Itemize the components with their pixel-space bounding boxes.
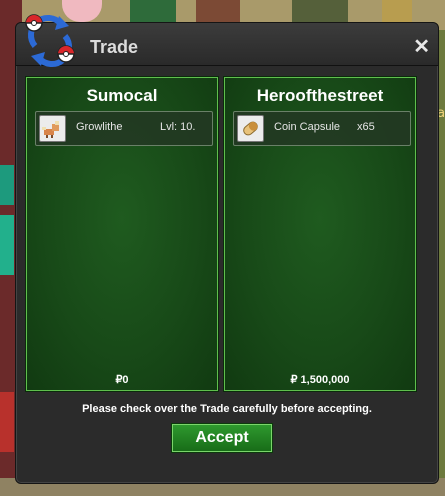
coin-capsule-icon [237,115,264,142]
teal-roof-left-lower [0,215,14,275]
offer-item-name: Growlithe [76,121,123,133]
my-offer-panel: Sumocal Growlithe Lvl: 10. ₽0 [26,77,218,391]
offer-item-quantity: x65 [357,121,375,133]
green-player-sprite [130,0,176,22]
accept-button[interactable]: Accept [171,423,273,453]
window-title: Trade [90,37,139,57]
trade-notice: Please check over the Trade carefully be… [82,403,372,415]
growlithe-icon [39,115,66,142]
offer-item-level: Lvl: 10. [160,121,196,133]
title-bar[interactable]: Trade ✕ [16,23,438,66]
offered-money: ₽0 [115,374,129,386]
offer-item-slot[interactable]: Growlithe Lvl: 10. [35,111,213,146]
trade-pokeball-swap-icon [25,14,75,67]
partner-offer-panel: Heroofthestreet Coin Capsule x65 ₽ 1,500… [224,77,416,391]
offer-item-slot[interactable]: Coin Capsule x65 [233,111,411,146]
offer-item-name: Coin Capsule [274,121,341,133]
brown-player-sprite [196,0,240,22]
trader-name-right: Heroofthestreet [256,86,384,105]
yellow-tile [382,0,412,22]
teal-roof-left [0,165,14,205]
offered-money: ₽ 1,500,000 [290,374,350,386]
red-character-sprite [0,392,14,452]
trader-name-left: Sumocal [86,86,158,105]
close-icon[interactable]: ✕ [413,37,430,57]
trade-window: Trade ✕ Sumocal Growlithe Lvl: 10. ₽0 He… [15,22,439,484]
olive-player-sprite [292,0,348,22]
